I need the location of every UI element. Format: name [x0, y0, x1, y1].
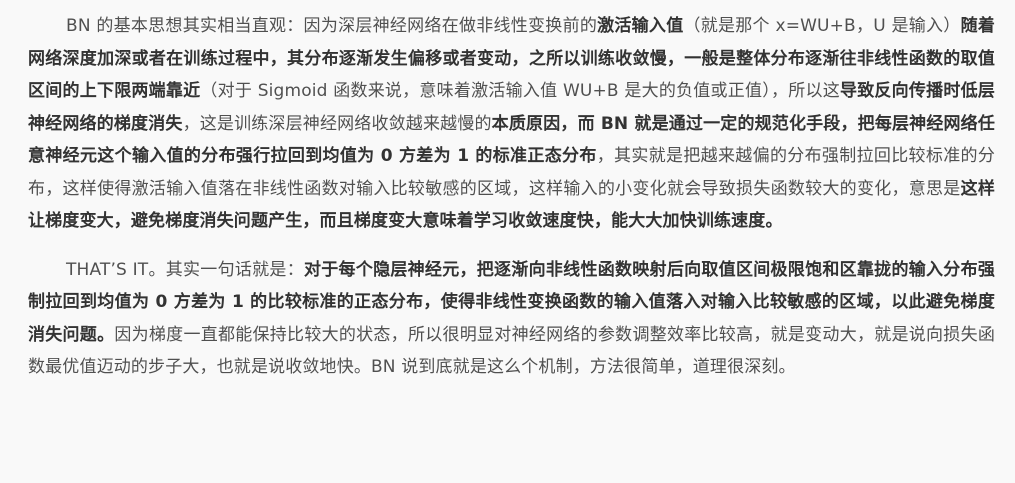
text-run: （就是那个 x=WU+B，U 是输入）: [683, 16, 961, 36]
article-body: BN 的基本思想其实相当直观：因为深层神经网络在做非线性变换前的激活输入值（就是…: [0, 0, 1015, 483]
bold-text-run: 本质原因: [491, 113, 561, 134]
bold-text-run: 激活输入值: [597, 16, 684, 36]
text-run: ，这是训练深层神经网络收敛越来越慢的: [182, 113, 492, 134]
bold-text-run: ，: [560, 113, 578, 134]
text-run: BN 的基本思想其实相当直观：因为深层神经网络在做非线性变换前的: [66, 16, 598, 36]
text-run: 因为梯度一直都能保持比较大的状态，所以很明显对神经网络的参数调整效率比较高，就是…: [28, 324, 996, 378]
paragraph-bn-idea: BN 的基本思想其实相当直观：因为深层神经网络在做非线性变换前的激活输入值（就是…: [28, 10, 995, 238]
text-run: THAT’S IT。其实一句话就是：: [66, 259, 304, 280]
text-run: （对于 Sigmoid 函数来说，意味着激活输入值 WU+B 是大的负值或正值）…: [200, 81, 840, 101]
paragraph-summary: THAT’S IT。其实一句话就是：对于每个隐层神经元，把逐渐向非线性函数映射后…: [28, 254, 995, 384]
